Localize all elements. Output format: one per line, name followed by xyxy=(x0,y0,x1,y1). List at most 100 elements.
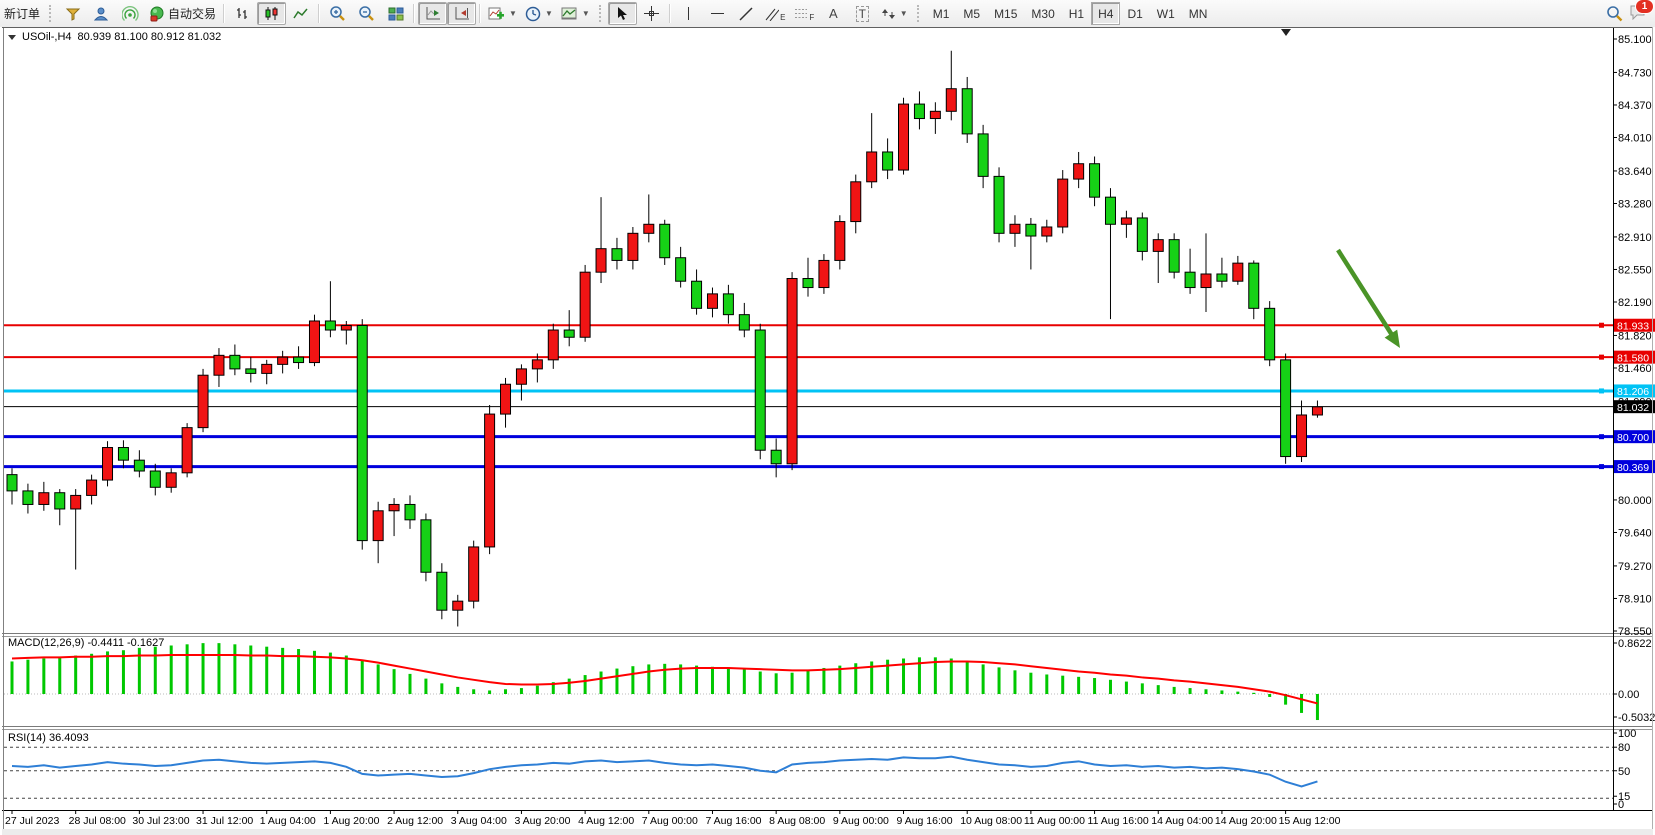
line-chart-button[interactable] xyxy=(286,2,315,25)
candle-body xyxy=(1185,272,1195,287)
channel-tool-button[interactable]: E xyxy=(761,2,790,25)
candle-body xyxy=(373,511,383,541)
macd-histogram-bar xyxy=(456,687,459,694)
candle-body xyxy=(612,249,622,261)
candle-body xyxy=(628,233,638,260)
timeframe-button-W1[interactable]: W1 xyxy=(1150,2,1182,25)
macd-histogram-bar xyxy=(488,690,491,694)
price-axis-label: 84.010 xyxy=(1618,133,1652,145)
zoom-in-button[interactable] xyxy=(323,2,352,25)
candle-body xyxy=(596,249,606,272)
hline-handle[interactable] xyxy=(1599,434,1604,439)
arrows-tool-button[interactable]: ▼ xyxy=(877,2,912,25)
fibonacci-icon xyxy=(794,7,808,21)
candlestick-chart-button[interactable] xyxy=(257,2,286,25)
macd-histogram-bar xyxy=(1045,674,1048,694)
autotrade-button[interactable]: 自动交易 xyxy=(145,2,220,25)
notifications-button[interactable]: 1 xyxy=(1629,4,1647,23)
macd-histogram-bar xyxy=(1236,692,1239,694)
macd-histogram-bar xyxy=(186,644,189,694)
time-axis-label: 15 Aug 12:00 xyxy=(1279,815,1341,827)
candle-body xyxy=(39,493,49,505)
timeframe-button-H4[interactable]: H4 xyxy=(1091,2,1120,25)
candle-body xyxy=(1312,407,1322,415)
community-button[interactable] xyxy=(87,2,116,25)
text-label-tool-button[interactable]: T xyxy=(848,2,877,25)
price-line-badge-text: 81.580 xyxy=(1617,352,1649,364)
toolbar-separator xyxy=(223,4,225,23)
macd-histogram-bar xyxy=(1013,670,1016,694)
chart-canvas[interactable]: 85.10084.73084.37084.01083.64083.28082.9… xyxy=(0,27,1655,835)
timeframe-button-MN[interactable]: MN xyxy=(1182,2,1215,25)
macd-histogram-bar xyxy=(345,656,348,694)
auto-scroll-button[interactable] xyxy=(418,2,447,25)
candle-body xyxy=(325,321,335,330)
chart-shift-button[interactable] xyxy=(447,2,476,25)
macd-histogram-bar xyxy=(998,667,1001,694)
macd-histogram-bar xyxy=(1189,688,1192,694)
macd-histogram-bar xyxy=(1093,678,1096,694)
toolbar-grip xyxy=(917,5,923,22)
timeframe-button-D1[interactable]: D1 xyxy=(1120,2,1149,25)
timeframe-group: M1M5M15M30H1H4D1W1MN xyxy=(926,2,1215,25)
candle-body xyxy=(1042,227,1052,236)
chart-collapse-icon[interactable] xyxy=(8,35,16,40)
macd-histogram-bar xyxy=(1173,687,1176,694)
chevron-down-icon: ▼ xyxy=(900,9,908,18)
price-axis-label: 82.550 xyxy=(1618,264,1652,276)
hline-handle[interactable] xyxy=(1599,323,1604,328)
text-tool-button[interactable]: A xyxy=(819,2,848,25)
zoom-in-icon xyxy=(329,5,346,22)
candle-body xyxy=(182,428,192,473)
macd-histogram-bar xyxy=(361,660,364,694)
bar-chart-button[interactable] xyxy=(228,2,257,25)
cursor-tool-button[interactable] xyxy=(608,2,637,25)
fibonacci-tool-button[interactable]: F xyxy=(790,2,819,25)
market-depth-button[interactable] xyxy=(58,2,87,25)
price-line-badge-text: 80.369 xyxy=(1617,462,1649,474)
timeframe-button-M15[interactable]: M15 xyxy=(987,2,1024,25)
macd-histogram-bar xyxy=(249,645,252,694)
price-axis-label: 81.460 xyxy=(1618,363,1652,375)
candle-body xyxy=(166,473,176,487)
time-axis-label: 14 Aug 20:00 xyxy=(1215,815,1277,827)
text-tool-icon: A xyxy=(829,6,838,21)
time-axis-label: 3 Aug 20:00 xyxy=(514,815,570,827)
candle-body xyxy=(453,601,463,610)
macd-histogram-bar xyxy=(377,664,380,694)
timeframe-button-M5[interactable]: M5 xyxy=(956,2,987,25)
candle-body xyxy=(1281,360,1291,457)
time-axis-label: 9 Aug 16:00 xyxy=(897,815,953,827)
window-border-bottom xyxy=(2,829,1653,835)
timeframe-button-M1[interactable]: M1 xyxy=(926,2,957,25)
macd-histogram-bar xyxy=(1061,676,1064,694)
vertical-line-icon xyxy=(688,7,690,20)
candle-body xyxy=(1297,415,1307,457)
candle-body xyxy=(962,89,972,134)
vertical-line-tool-button[interactable] xyxy=(674,2,703,25)
indicators-button[interactable]: ▼ xyxy=(484,2,521,25)
macd-histogram-bar xyxy=(90,654,93,694)
toolbar-separator xyxy=(479,4,481,23)
templates-button[interactable]: ▼ xyxy=(557,2,594,25)
price-line-badge-text: 81.206 xyxy=(1617,386,1649,398)
crosshair-tool-button[interactable] xyxy=(637,2,666,25)
hline-handle[interactable] xyxy=(1599,464,1604,469)
new-order-button[interactable]: 新订单 xyxy=(0,2,44,25)
timeframe-button-M30[interactable]: M30 xyxy=(1024,2,1061,25)
horizontal-line-icon xyxy=(711,13,724,15)
trendline-tool-button[interactable] xyxy=(732,2,761,25)
macd-histogram-bar xyxy=(663,664,666,694)
arrows-icon xyxy=(881,7,896,21)
tile-windows-button[interactable] xyxy=(381,2,410,25)
signals-button[interactable] xyxy=(116,2,145,25)
horizontal-line-tool-button[interactable] xyxy=(703,2,732,25)
candle-body xyxy=(437,572,447,610)
hline-handle[interactable] xyxy=(1599,388,1604,393)
zoom-out-button[interactable] xyxy=(352,2,381,25)
macd-histogram-bar xyxy=(42,659,45,694)
periods-button[interactable]: ▼ xyxy=(521,2,557,25)
search-icon[interactable] xyxy=(1606,5,1623,22)
timeframe-button-H1[interactable]: H1 xyxy=(1062,2,1091,25)
hline-handle[interactable] xyxy=(1599,355,1604,360)
